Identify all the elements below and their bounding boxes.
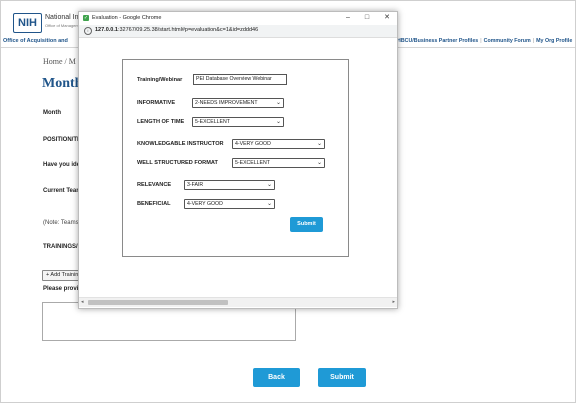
window-titlebar[interactable]: ✓ Evaluation - Google Chrome – □ ✕ [79,12,397,25]
chevron-down-icon: ⌄ [266,182,272,188]
format-label: WELL STRUCTURED FORMAT [137,160,218,166]
chevron-down-icon: ⌄ [275,100,281,106]
url-host: 127.0.0.1 [95,27,118,33]
relevance-label: RELEVANCE [137,182,172,188]
training-label: Training/Webinar [137,77,183,83]
informative-value: 2-NEEDS IMPROVEMENT [195,100,258,106]
nav-separator: | [480,38,482,44]
maximize-button[interactable]: □ [360,13,374,23]
instructor-label: KNOWLEDGABLE INSTRUCTOR [137,141,224,147]
app-icon: ✓ [83,15,89,21]
close-button[interactable]: ✕ [380,13,394,23]
instructor-value: 4-VERY GOOD [235,141,271,147]
length-of-time-label: LENGTH OF TIME [137,119,185,125]
nih-logo[interactable]: NIH [13,13,42,33]
breadcrumb[interactable]: Home / M [43,57,76,66]
page-title: Month [42,76,83,91]
beneficial-label: BENEFICIAL [137,201,171,207]
chevron-down-icon: ⌄ [266,201,272,207]
submit-button[interactable]: Submit [318,368,366,387]
beneficial-value: 4-VERY GOOD [187,201,223,207]
nav-office-link[interactable]: Office of Acquisition and [3,38,68,44]
minimize-button[interactable]: – [341,13,355,23]
top-nav-links: HBCU/Business Partner Profiles | Community… [397,38,572,44]
org-subtitle: Office of Managem [45,23,79,28]
format-select[interactable]: 5-EXCELLENT ⌄ [232,158,325,168]
format-value: 5-EXCELLENT [235,160,270,166]
training-input[interactable]: PEI Database Overview Webinar [193,74,287,85]
info-icon[interactable]: i [84,27,92,35]
please-provide-label: Please provi [43,286,79,292]
length-of-time-value: 5-EXCELLENT [195,119,230,125]
url-path: :32767/09.25.38/start.html#p=evaluation&… [117,27,259,33]
horizontal-scrollbar[interactable]: ◂ ▸ [79,297,397,307]
chevron-down-icon: ⌄ [275,119,281,125]
window-title: Evaluation - Google Chrome [92,15,162,21]
evaluation-popup-window: ✓ Evaluation - Google Chrome – □ ✕ i 127… [78,11,398,309]
popup-content: Training/Webinar PEI Database Overview W… [79,38,397,296]
current-team-label: Current Tean [43,188,80,194]
relevance-value: 3-FAIR [187,182,204,188]
scroll-left-icon[interactable]: ◂ [81,298,84,307]
address-bar[interactable]: i 127.0.0.1:32767/09.25.38/start.html#p=… [79,25,397,38]
scroll-right-icon[interactable]: ▸ [392,298,395,307]
chevron-down-icon: ⌄ [316,160,322,166]
informative-label: INFORMATIVE [137,100,176,106]
nav-hbcu-profiles[interactable]: HBCU/Business Partner Profiles [397,38,478,44]
chevron-down-icon: ⌄ [316,141,322,147]
have-you-label: Have you ide [43,162,81,168]
relevance-select[interactable]: 3-FAIR ⌄ [184,180,275,190]
scrollbar-thumb[interactable] [88,300,228,305]
nav-my-org-profile[interactable]: My Org Profile [536,38,572,44]
instructor-select[interactable]: 4-VERY GOOD ⌄ [232,139,325,149]
position-label: POSITION/TI [43,137,79,143]
back-button[interactable]: Back [253,368,300,387]
teams-note: (Note: Teams [43,220,79,226]
length-of-time-select[interactable]: 5-EXCELLENT ⌄ [192,117,284,127]
informative-select[interactable]: 2-NEEDS IMPROVEMENT ⌄ [192,98,284,108]
month-label: Month [43,110,61,116]
beneficial-select[interactable]: 4-VERY GOOD ⌄ [184,199,275,209]
trainings-label: TRAININGS/ [43,244,78,250]
nav-separator: | [532,38,535,44]
address-url[interactable]: 127.0.0.1:32767/09.25.38/start.html#p=ev… [95,27,258,33]
popup-submit-button[interactable]: Submit [290,217,323,232]
nav-community-forum[interactable]: Community Forum [484,38,531,44]
